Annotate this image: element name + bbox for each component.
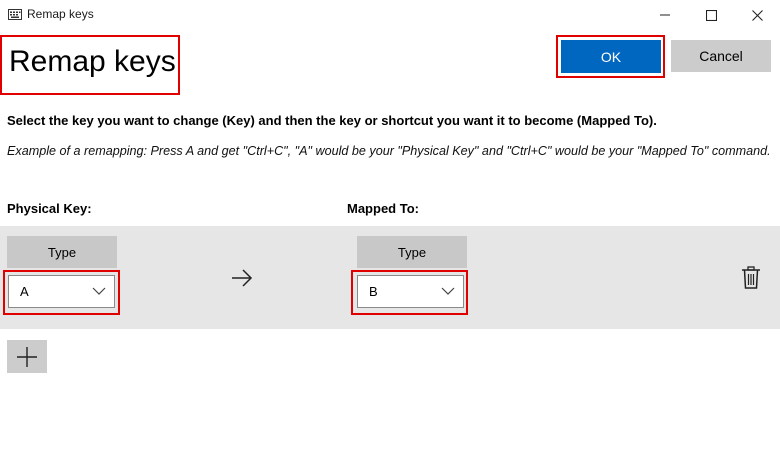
physical-type-button[interactable]: Type [7, 236, 117, 268]
chevron-down-icon [441, 287, 455, 295]
chevron-down-icon [92, 287, 106, 295]
mapping-row: Type A Type B [0, 226, 780, 329]
arrow-right-icon [232, 269, 253, 287]
mapped-type-button[interactable]: Type [357, 236, 467, 268]
minimize-button[interactable] [642, 0, 688, 30]
close-button[interactable] [734, 0, 780, 30]
example-text: Example of a remapping: Press A and get … [7, 144, 771, 158]
mapped-to-header: Mapped To: [347, 201, 419, 216]
plus-icon [17, 346, 37, 367]
cancel-button[interactable]: Cancel [671, 40, 771, 72]
physical-key-dropdown[interactable]: A [8, 275, 115, 308]
minimize-icon [660, 14, 670, 16]
add-mapping-button[interactable] [7, 340, 47, 373]
title-bar: Remap keys [0, 0, 780, 30]
maximize-button[interactable] [688, 0, 734, 30]
ok-button[interactable]: OK [561, 40, 661, 73]
maximize-icon [705, 9, 717, 21]
instructions-text: Select the key you want to change (Key) … [7, 113, 657, 128]
page-title: Remap keys [9, 45, 176, 78]
keyboard-icon [8, 9, 22, 20]
window-title: Remap keys [27, 7, 94, 21]
physical-key-value: A [20, 284, 29, 299]
close-icon [751, 9, 763, 21]
mapped-key-value: B [369, 284, 378, 299]
trash-icon[interactable] [741, 266, 761, 290]
mapped-key-dropdown[interactable]: B [357, 275, 464, 308]
physical-key-header: Physical Key: [7, 201, 92, 216]
